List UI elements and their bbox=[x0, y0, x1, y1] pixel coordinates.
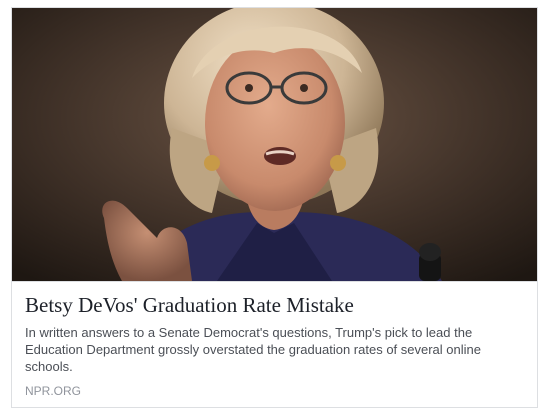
article-photo[interactable] bbox=[12, 8, 537, 281]
article-photo-illustration bbox=[12, 8, 537, 281]
headline[interactable]: Betsy DeVos' Graduation Rate Mistake bbox=[25, 292, 525, 318]
link-preview-text[interactable]: Betsy DeVos' Graduation Rate Mistake In … bbox=[12, 281, 537, 407]
link-preview-card[interactable]: Betsy DeVos' Graduation Rate Mistake In … bbox=[11, 7, 538, 408]
description: In written answers to a Senate Democrat'… bbox=[25, 325, 481, 374]
source-domain: NPR.ORG bbox=[25, 384, 82, 398]
